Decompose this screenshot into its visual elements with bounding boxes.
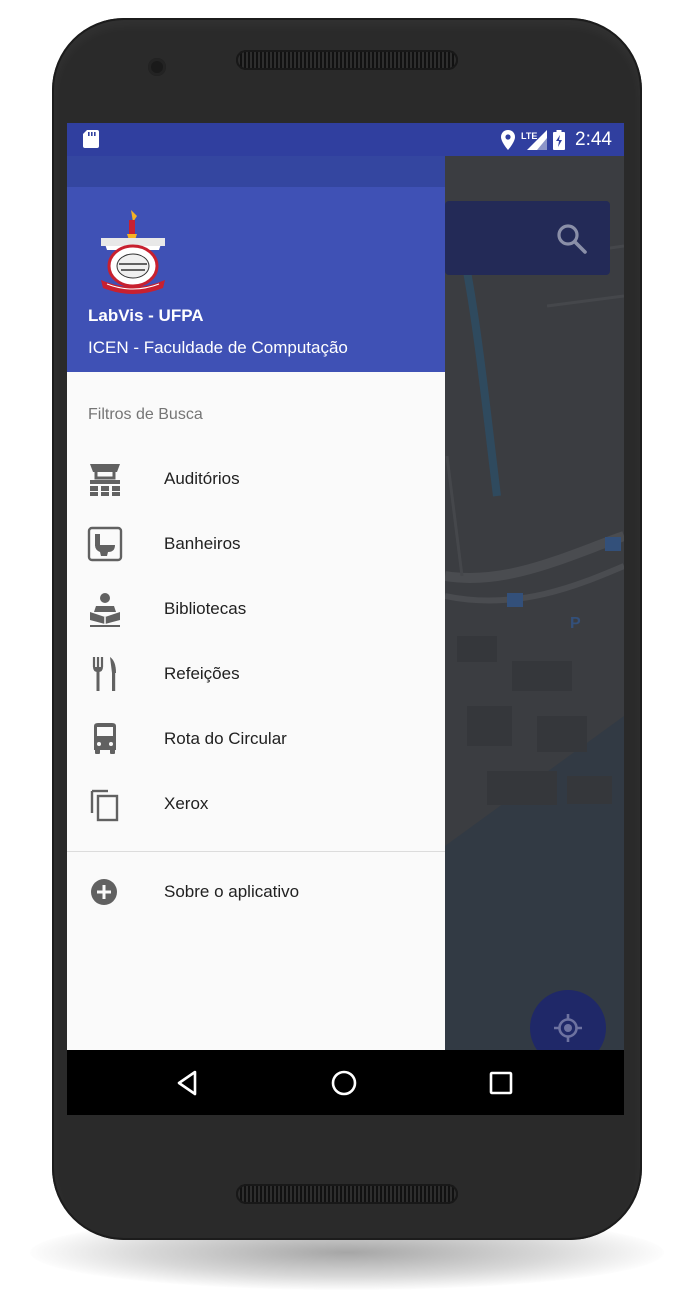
clock: 2:44 [575,129,612,150]
battery-charging-icon [553,130,566,150]
auditorium-icon [90,464,120,496]
map-search-bar[interactable] [445,201,610,275]
header-title: LabVis - UFPA [88,306,204,325]
ufpa-crest-logo [101,210,165,294]
drawer-divider [67,851,445,852]
back-icon[interactable] [173,1067,205,1099]
drawer-header: LabVis - UFPA ICEN - Faculdade de Comput… [67,156,445,372]
fork-knife-icon [92,657,116,691]
library-reader-icon [90,593,120,627]
bus-icon [94,723,116,754]
header-subtitle: ICEN - Faculdade de Computação [88,338,348,357]
screen: LTE 2:44 P LabVis - UFPA ICEN - Faculdad… [67,123,624,1115]
menu-item-label: Rota do Circular [164,729,287,748]
menu-item-label: Refeições [164,664,240,683]
sd-card-icon [83,130,99,148]
toilet-icon [87,526,123,562]
menu-item-xerox[interactable]: Xerox [67,773,445,837]
menu-item-label: Bibliotecas [164,599,247,618]
navigation-drawer: LabVis - UFPA ICEN - Faculdade de Comput… [67,156,445,1050]
menu-item-auditorios[interactable]: Auditórios [67,448,445,512]
status-bar: LTE 2:44 [67,123,624,156]
menu-item-banheiros[interactable]: Banheiros [67,513,445,577]
plus-circle-icon [91,879,117,905]
menu-item-refeicoes[interactable]: Refeições [67,643,445,707]
home-icon[interactable] [328,1067,360,1099]
recents-icon[interactable] [485,1067,517,1099]
copy-icon [90,789,119,822]
lte-signal-icon: LTE [521,130,548,150]
menu-item-rota-do-circular[interactable]: Rota do Circular [67,708,445,772]
section-label-search-filters: Filtros de Busca [88,406,203,423]
menu-item-sobre[interactable]: Sobre o aplicativo [67,861,445,925]
search-icon[interactable] [556,223,588,255]
menu-item-label: Auditórios [164,469,240,488]
menu-item-label: Banheiros [164,534,241,553]
top-speaker [236,50,458,70]
header-band [67,156,445,187]
system-nav-bar [67,1050,624,1115]
menu-item-label: Sobre o aplicativo [164,882,300,901]
svg-text:LTE: LTE [521,131,537,141]
menu-item-label: Xerox [164,794,209,813]
svg-text:P: P [570,615,581,632]
location-icon [501,130,516,150]
bottom-speaker [236,1184,458,1204]
front-camera [148,58,166,76]
my-location-icon [554,1014,582,1042]
menu-item-bibliotecas[interactable]: Bibliotecas [67,578,445,642]
